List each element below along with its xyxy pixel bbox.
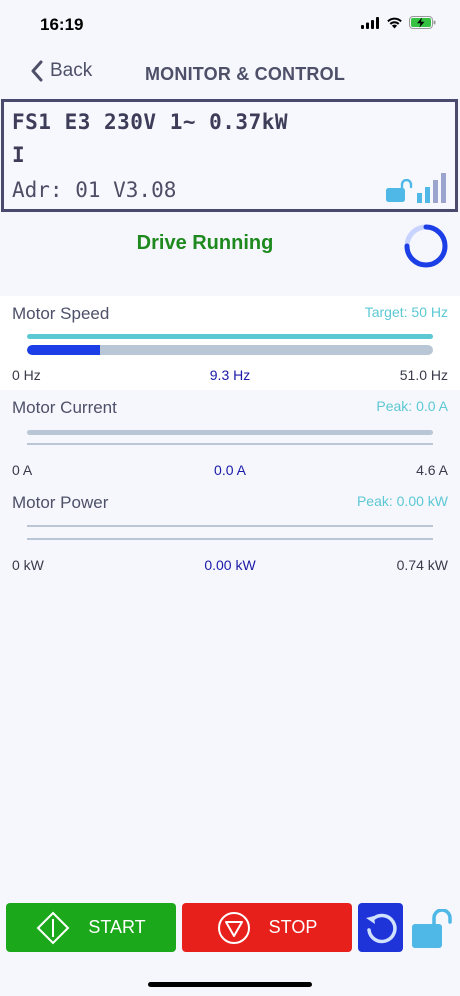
drive-status: Drive Running <box>136 232 274 254</box>
reset-button[interactable] <box>358 903 403 952</box>
speed-value: 9.3 Hz <box>209 367 251 383</box>
power-max: 0.74 kW <box>396 557 448 573</box>
speed-max: 51.0 Hz <box>399 367 448 383</box>
motor-speed-target: Target: 50 Hz <box>364 304 448 320</box>
motor-current-peak: Peak: 0.0 A <box>376 398 448 414</box>
motor-current-label: Motor Current <box>12 398 117 417</box>
power-value: 0.00 kW <box>204 557 256 573</box>
status-bar: 16:19 <box>0 0 460 50</box>
start-label: START <box>88 917 146 937</box>
power-baseline <box>27 538 433 540</box>
speed-bar-fill <box>27 345 101 355</box>
power-bar <box>27 525 433 527</box>
control-bar: START STOP <box>0 903 460 953</box>
spinner-icon <box>402 222 450 275</box>
motor-power-section: Motor Power Peak: 0.00 kW 0 kW 0.00 kW 0… <box>0 485 460 579</box>
device-line2: I <box>12 143 25 167</box>
wifi-icon <box>387 17 402 29</box>
status-time: 16:19 <box>40 15 84 34</box>
status-icons <box>361 16 436 29</box>
motor-power-label: Motor Power <box>12 493 109 512</box>
control-unlock-icon[interactable] <box>410 908 454 954</box>
current-max: 4.6 A <box>416 462 448 478</box>
speed-target-line <box>27 334 433 339</box>
current-value: 0.0 A <box>214 462 246 478</box>
reset-icon <box>365 913 397 943</box>
home-indicator <box>148 982 312 987</box>
motor-power-peak: Peak: 0.00 kW <box>356 493 448 509</box>
start-button[interactable]: START <box>6 903 176 952</box>
motor-speed-label: Motor Speed <box>12 304 110 323</box>
nav-bar: Back MONITOR & CONTROL <box>0 56 460 96</box>
battery-charging-icon <box>409 16 436 29</box>
device-info-panel: FS1 E3 230V 1~ 0.37kW I Adr: 01 V3.08 <box>1 99 458 212</box>
start-diamond-icon <box>36 911 70 944</box>
unlock-icon[interactable] <box>385 179 413 203</box>
motor-speed-section: Motor Speed Target: 50 Hz 0 Hz 9.3 Hz 51… <box>0 296 460 390</box>
motor-current-section: Motor Current Peak: 0.0 A 0 A 0.0 A 4.6 … <box>0 390 460 484</box>
device-model: FS1 E3 230V 1~ 0.37kW <box>12 110 289 134</box>
current-baseline <box>27 443 433 445</box>
info-icons <box>385 173 447 203</box>
stop-icon <box>217 911 250 944</box>
current-bar <box>27 430 433 435</box>
speed-bar <box>27 345 433 355</box>
signal-strength-icon <box>417 173 446 203</box>
device-address-version: Adr: 01 V3.08 <box>12 178 177 202</box>
signal-icon <box>361 16 379 29</box>
stop-button[interactable]: STOP <box>182 903 352 952</box>
page-title: MONITOR & CONTROL <box>144 64 346 84</box>
stop-label: STOP <box>268 917 318 937</box>
